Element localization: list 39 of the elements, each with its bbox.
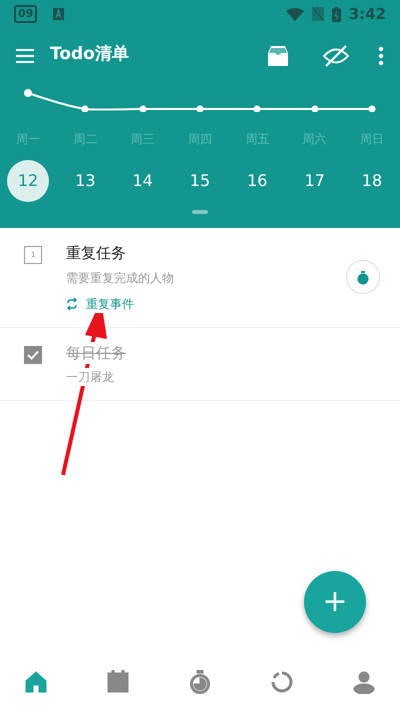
person-icon (352, 670, 376, 694)
weekday-label: 周三 (130, 131, 156, 148)
timer-button[interactable] (346, 260, 380, 294)
date-tab[interactable]: 17 (294, 160, 336, 202)
task-checkbox[interactable] (24, 346, 42, 364)
repeat-icon (66, 298, 78, 310)
task-title: 每日任务 (66, 342, 126, 364)
weekday-label: 周日 (358, 131, 385, 148)
clock-time: 3:42 (348, 4, 386, 25)
stopwatch-icon (188, 670, 212, 694)
calendar-icon (106, 670, 130, 694)
date-tab[interactable]: 16 (236, 160, 278, 202)
task-checkbox[interactable] (24, 246, 42, 264)
date-tab[interactable]: 14 (122, 160, 164, 202)
weekday-label: 周六 (302, 131, 328, 148)
hide-button[interactable] (322, 43, 350, 67)
task-note: 需要重复完成的人物 (66, 268, 174, 286)
weekday-label: 周四 (186, 131, 213, 148)
date-tab[interactable]: 15 (178, 160, 221, 202)
text-icon (53, 8, 64, 20)
weekday-label: 周一 (15, 131, 41, 148)
date-tab[interactable]: 12 (7, 160, 49, 202)
app-title: Todo清单 (50, 43, 129, 66)
task-note: 一刀屠龙 (66, 368, 114, 386)
home-icon (24, 670, 48, 694)
wifi-icon (286, 8, 304, 20)
no-sim-icon (312, 7, 324, 21)
ring-icon (270, 670, 294, 694)
notification-badge: 09 (14, 5, 38, 23)
date-tab[interactable]: 13 (64, 160, 106, 202)
drag-handle[interactable] (192, 210, 208, 214)
stopwatch-icon (357, 270, 369, 285)
checkmark-icon (27, 350, 39, 360)
weekday-label: 周五 (244, 131, 270, 148)
battery-icon (332, 6, 341, 22)
add-button[interactable]: + (304, 571, 366, 633)
inbox-button[interactable] (266, 43, 290, 67)
weekday-label: 周二 (72, 131, 98, 148)
date-tab[interactable]: 18 (350, 160, 393, 202)
